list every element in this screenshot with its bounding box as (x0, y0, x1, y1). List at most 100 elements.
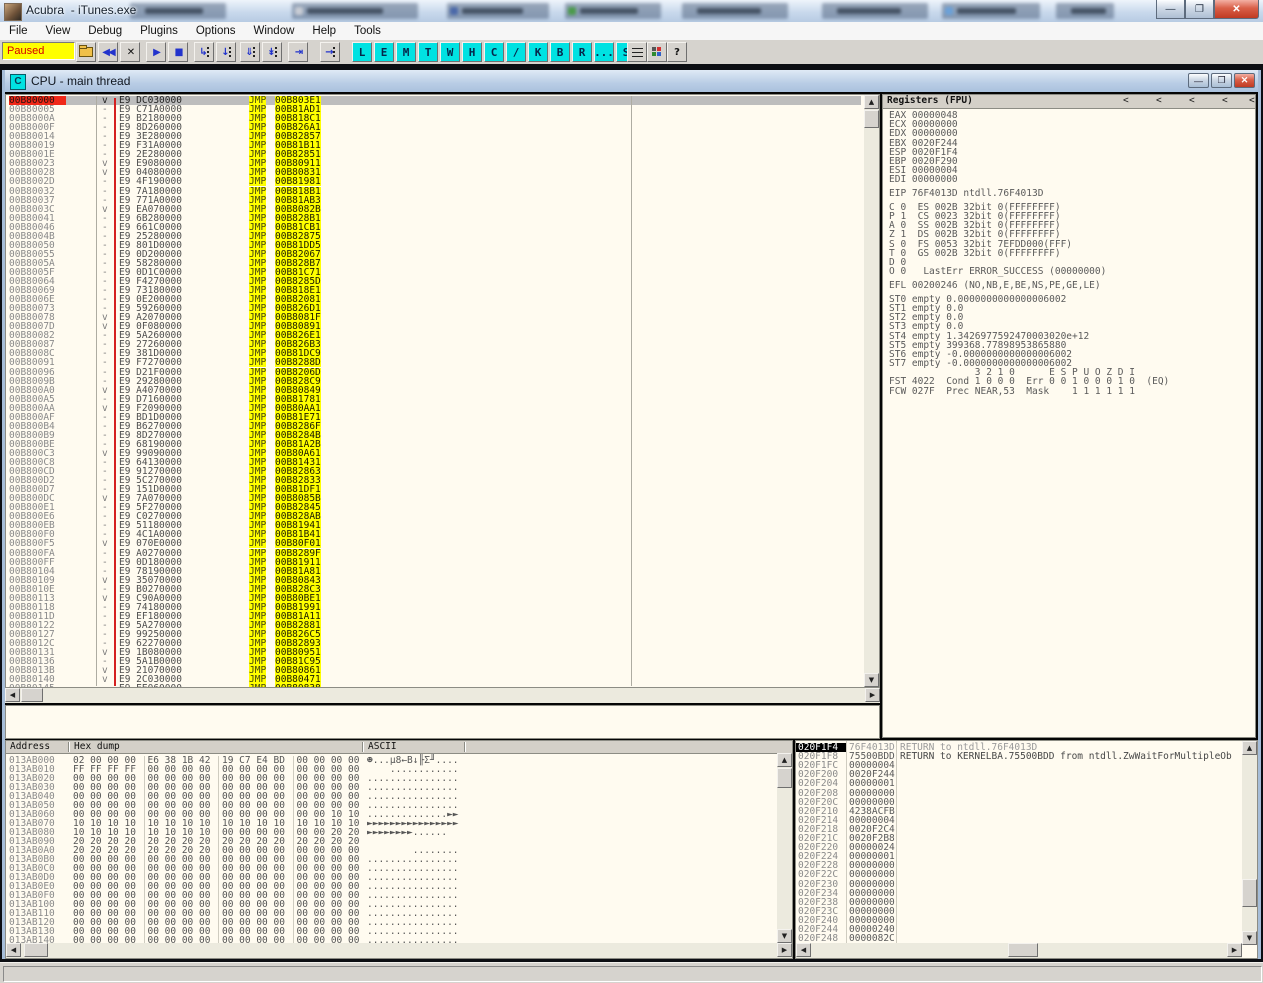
panel-button-W[interactable]: W (440, 42, 460, 62)
selected-row-band (66, 96, 861, 105)
dump-col-address[interactable]: Address (10, 741, 50, 752)
scroll-down-arrow[interactable]: ▼ (1242, 931, 1257, 945)
execute-till-return-button[interactable]: ⇥ (288, 42, 308, 62)
scroll-thumb[interactable] (777, 768, 792, 788)
column-separator (96, 96, 97, 686)
menu-window[interactable]: Window (245, 22, 304, 40)
panel-button-E[interactable]: E (374, 42, 394, 62)
collapse-arrow[interactable]: < (1222, 95, 1228, 107)
mdi-area: C CPU - main thread — ❐ ✕ 00B80000vE9 DC… (0, 64, 1263, 962)
jump-path-line (114, 98, 116, 686)
scroll-left-arrow[interactable]: ◀ (5, 688, 20, 702)
step-over-button[interactable]: ↓ (216, 42, 236, 62)
scroll-up-arrow[interactable]: ▲ (777, 753, 792, 767)
register-line[interactable]: EDI 00000000 (889, 175, 1253, 184)
cpu-window-titlebar[interactable]: C CPU - main thread — ❐ ✕ (5, 70, 1258, 92)
panel-button-B[interactable]: B (550, 42, 570, 62)
restore-button[interactable]: ❐ (1185, 0, 1214, 19)
open-folder-icon (79, 47, 93, 57)
register-line[interactable]: T 0 GS 002B 32bit 0(FFFFFFFF) (889, 249, 1253, 258)
help-button[interactable]: ? (667, 42, 687, 62)
background-window-ghost (682, 3, 788, 19)
scroll-thumb[interactable] (1242, 879, 1257, 907)
scroll-thumb[interactable] (21, 688, 43, 702)
stack-vscrollbar[interactable]: ▲ ▼ (1242, 741, 1257, 945)
collapse-arrow[interactable]: < (1123, 95, 1129, 107)
panel-button-dots[interactable]: ... (594, 42, 614, 62)
disassembly-pane[interactable]: 00B80000vE9 DC030000JMP00B803E100B80005-… (5, 94, 880, 688)
dump-col-hex[interactable]: Hex dump (74, 741, 120, 752)
registers-pane[interactable]: Registers (FPU) < < < < < EAX 00000048EC… (882, 94, 1256, 738)
step-into-button[interactable]: ↳ (194, 42, 214, 62)
register-line[interactable]: EIP 76F4013D ntdll.76F4013D (889, 189, 1253, 198)
disasm-hscrollbar[interactable]: ◀ ▶ (5, 688, 880, 703)
menu-debug[interactable]: Debug (79, 22, 131, 40)
menu-plugins[interactable]: Plugins (131, 22, 187, 40)
close-process-button[interactable]: ✕ (120, 42, 140, 62)
background-window-ghost (1056, 3, 1114, 19)
trace-over-button[interactable]: ↡ (262, 42, 282, 62)
minimize-button[interactable]: — (1156, 0, 1185, 19)
scroll-right-arrow[interactable]: ▶ (1227, 943, 1242, 957)
scroll-thumb[interactable] (1008, 943, 1038, 957)
disasm-vscrollbar[interactable]: ▲ ▼ (864, 95, 879, 687)
panel-button-H[interactable]: H (462, 42, 482, 62)
panel-button-M[interactable]: M (396, 42, 416, 62)
restart-button[interactable]: ◀◀ (98, 42, 118, 62)
dump-hscrollbar[interactable]: ◀ ▶ (6, 943, 792, 958)
trace-into-button[interactable]: ⇓ (240, 42, 260, 62)
menu-view[interactable]: View (37, 22, 80, 40)
dump-col-ascii[interactable]: ASCII (368, 741, 397, 752)
panel-button-K[interactable]: K (528, 42, 548, 62)
cpu-window: C CPU - main thread — ❐ ✕ 00B80000vE9 DC… (2, 70, 1261, 959)
stack-hscrollbar[interactable]: ◀ ▶ (796, 943, 1242, 958)
info-pane[interactable] (5, 705, 880, 739)
scroll-right-arrow[interactable]: ▶ (865, 688, 880, 702)
menu-file[interactable]: File (0, 22, 37, 40)
stack-pane[interactable]: 020F1F476F4013DRETURN to ntdll.76F4013D0… (795, 740, 1258, 959)
appearance-button[interactable] (647, 42, 667, 62)
register-line[interactable]: O 0 LastErr ERROR_SUCCESS (00000000) (889, 267, 1253, 276)
scroll-up-arrow[interactable]: ▲ (1242, 741, 1257, 755)
toolbar: Paused ◀◀✕▶▮▮↳↓⇓↡⇥→LEMTWHC/KBR...S? (0, 40, 1263, 65)
collapse-arrow[interactable]: < (1249, 95, 1255, 107)
menu-options[interactable]: Options (187, 22, 245, 40)
pause-button[interactable]: ▮▮ (168, 42, 188, 62)
background-window-ghost (130, 3, 226, 19)
collapse-arrow[interactable]: < (1156, 95, 1162, 107)
scroll-down-arrow[interactable]: ▼ (777, 929, 792, 943)
register-line[interactable]: EFL 00200246 (NO,NB,E,BE,NS,PE,GE,LE) (889, 281, 1253, 290)
scroll-thumb[interactable] (24, 943, 48, 957)
column-separator (896, 741, 897, 945)
menu-help[interactable]: Help (303, 22, 345, 40)
stack-comment: RETURN to KERNELBA.75500BDD from ntdll.Z… (900, 752, 1232, 761)
run-button[interactable]: ▶ (146, 42, 166, 62)
open-file-button[interactable] (76, 42, 96, 62)
cpu-close-button[interactable]: ✕ (1234, 73, 1255, 88)
register-line[interactable]: FCW 027F Prec NEAR,53 Mask 1 1 1 1 1 1 (889, 387, 1253, 396)
scroll-thumb[interactable] (864, 110, 879, 128)
panel-button-C[interactable]: C (484, 42, 504, 62)
panel-button-L[interactable]: L (352, 42, 372, 62)
panel-button-R[interactable]: R (572, 42, 592, 62)
goto-button[interactable]: → (320, 42, 340, 62)
cpu-window-content: 00B80000vE9 DC030000JMP00B803E100B80005-… (5, 92, 1258, 959)
cpu-restore-button[interactable]: ❐ (1211, 73, 1232, 88)
scroll-left-arrow[interactable]: ◀ (6, 943, 21, 957)
dump-vscrollbar[interactable]: ▲ ▼ (777, 753, 792, 943)
cpu-minimize-button[interactable]: — (1188, 73, 1209, 88)
close-button[interactable]: ✕ (1214, 0, 1259, 19)
scroll-up-arrow[interactable]: ▲ (864, 95, 879, 109)
log-window-button[interactable] (627, 42, 647, 62)
panel-button-slash[interactable]: / (506, 42, 526, 62)
scroll-left-arrow[interactable]: ◀ (796, 943, 811, 957)
window-titlebar: Acubra - iTunes.exe — ❐ ✕ (0, 0, 1263, 22)
collapse-arrow[interactable]: < (1189, 95, 1195, 107)
panel-button-T[interactable]: T (418, 42, 438, 62)
menu-tools[interactable]: Tools (345, 22, 390, 40)
scroll-down-arrow[interactable]: ▼ (864, 673, 879, 687)
background-window-ghost (822, 3, 928, 19)
hex-dump-pane[interactable]: Address Hex dump ASCII 013AB00002 00 00 … (5, 740, 793, 959)
status-field (3, 966, 1262, 982)
scroll-right-arrow[interactable]: ▶ (777, 943, 792, 957)
